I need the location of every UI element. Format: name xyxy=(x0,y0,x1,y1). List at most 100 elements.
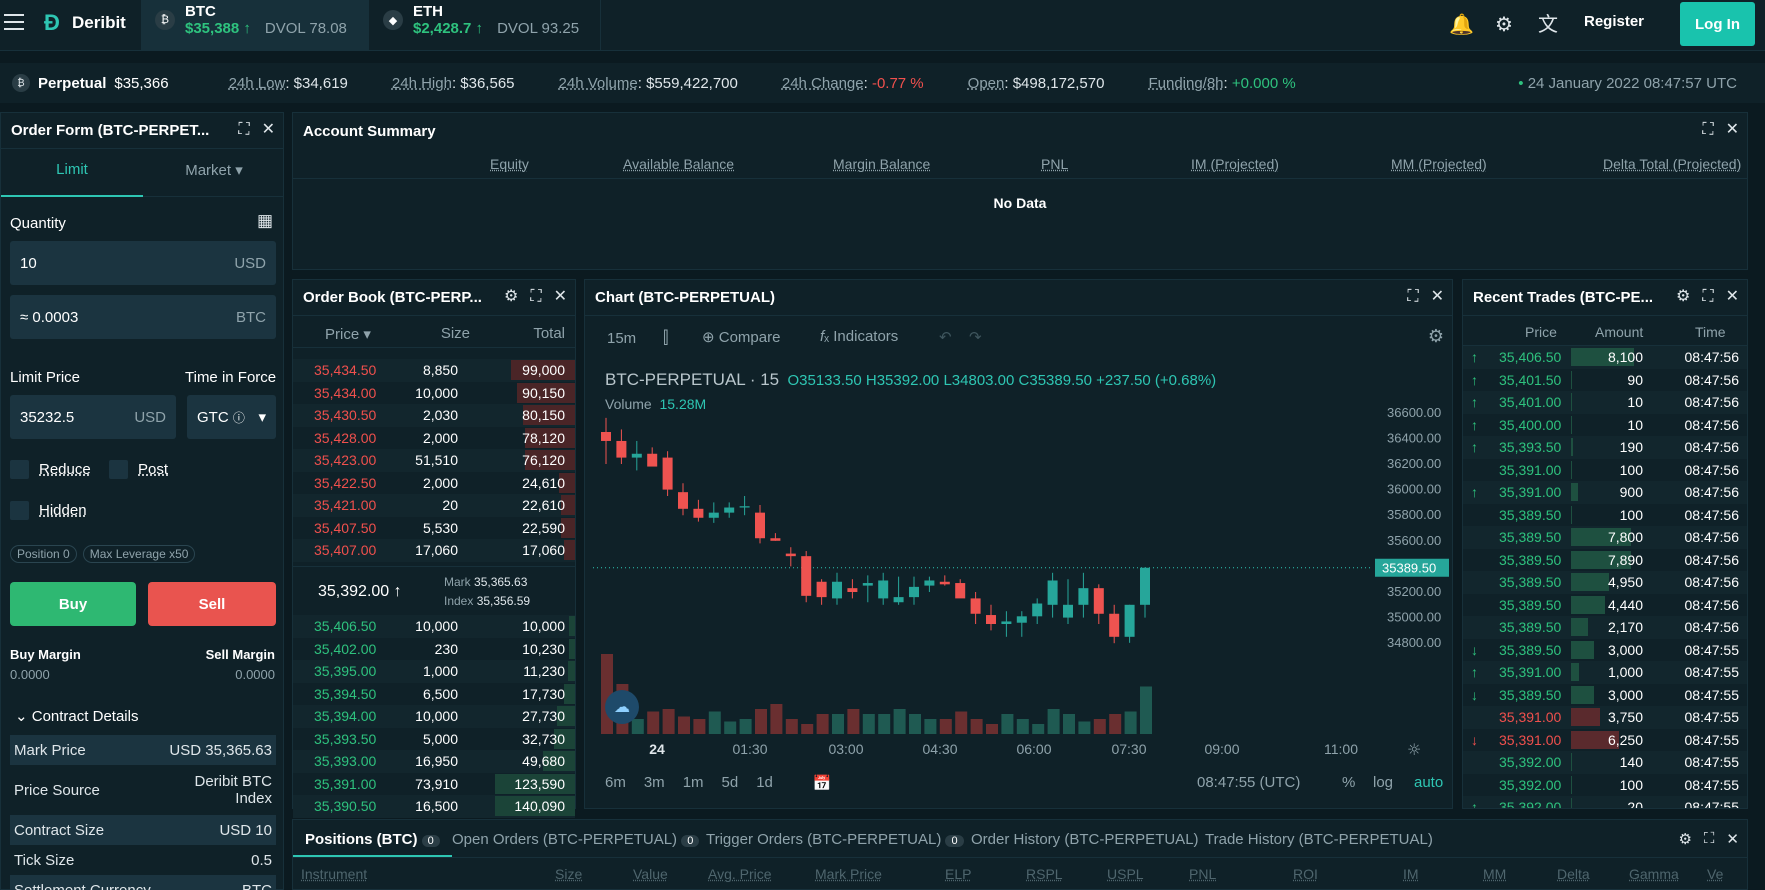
quantity-input[interactable]: 10 USD xyxy=(10,241,276,285)
column-header[interactable]: ELP xyxy=(945,866,971,882)
order-book-row[interactable]: 35,390.50 16,500 140,090 xyxy=(293,795,575,818)
tradingview-logo-icon[interactable]: ☁ xyxy=(605,690,639,724)
close-icon[interactable]: ✕ xyxy=(1726,830,1739,848)
indicators-button[interactable]: fₓ Indicators xyxy=(820,328,898,345)
menu-icon[interactable] xyxy=(4,14,24,30)
language-icon[interactable]: 文 xyxy=(1536,13,1560,37)
close-icon[interactable]: ✕ xyxy=(1726,288,1739,306)
range-button[interactable]: 3m xyxy=(644,774,665,792)
gear-icon[interactable]: ⚙ xyxy=(1678,830,1691,848)
undo-icon[interactable]: ↶ xyxy=(939,328,952,346)
column-header[interactable]: Delta Total (Projected) xyxy=(1603,156,1741,172)
column-header[interactable]: MM (Projected) xyxy=(1391,156,1487,172)
btc-amount-input[interactable]: ≈ 0.0003 BTC xyxy=(10,295,276,339)
column-header[interactable]: Instrument xyxy=(301,866,367,882)
expand-icon[interactable]: ⛶ xyxy=(530,288,541,306)
percent-toggle[interactable]: % xyxy=(1342,774,1355,791)
compare-button[interactable]: ⊕ Compare xyxy=(702,328,780,346)
tab-trade-history[interactable]: Trade History (BTC-PERPETUAL) xyxy=(1205,831,1433,848)
order-book-row[interactable]: 35,393.00 16,950 49,680 xyxy=(293,750,575,773)
column-header[interactable]: Available Balance xyxy=(623,156,734,172)
range-button[interactable]: 1d xyxy=(756,774,773,792)
login-button[interactable]: Log In xyxy=(1680,2,1755,46)
candle-type-icon[interactable]: ⫿ xyxy=(663,328,668,348)
order-book-row[interactable]: 35,422.50 2,000 24,610 xyxy=(293,472,575,495)
order-book-row[interactable]: 35,394.00 10,000 27,730 xyxy=(293,705,575,728)
tab-limit[interactable]: Limit xyxy=(1,161,143,178)
tab-open-orders[interactable]: Open Orders (BTC-PERPETUAL) 0 xyxy=(452,831,699,848)
column-header[interactable]: Margin Balance xyxy=(833,156,930,172)
column-header[interactable]: Gamma xyxy=(1629,866,1679,882)
order-book-row[interactable]: 35,421.00 20 22,610 xyxy=(293,494,575,517)
interval-button[interactable]: 15m xyxy=(607,330,636,347)
order-book-row[interactable]: 35,402.00 230 10,230 xyxy=(293,638,575,661)
column-header[interactable]: PNL xyxy=(1041,156,1068,172)
bell-icon[interactable]: 🔔 xyxy=(1449,13,1473,37)
column-header[interactable]: ROI xyxy=(1293,866,1318,882)
column-header[interactable]: Equity xyxy=(490,156,529,172)
time-settings-icon[interactable]: ☼ xyxy=(1407,740,1421,759)
expand-icon[interactable]: ⛶ xyxy=(1702,121,1713,139)
instrument-name[interactable]: Perpetual xyxy=(38,75,106,92)
chart-settings-icon[interactable]: ⚙ xyxy=(1428,326,1444,347)
redo-icon[interactable]: ↷ xyxy=(969,328,982,346)
expand-icon[interactable]: ⛶ xyxy=(1704,830,1715,848)
tab-positions[interactable]: Positions (BTC) 0 xyxy=(305,831,440,848)
log-toggle[interactable]: log xyxy=(1373,774,1393,791)
time-in-force-select[interactable]: GTC ⓘ ▾ xyxy=(187,395,276,439)
post-checkbox[interactable]: Post xyxy=(109,460,168,479)
ticker-btc[interactable]: ₿ BTC $35,388 ↑ DVOL 78.08 xyxy=(141,0,369,51)
column-header[interactable]: Delta xyxy=(1557,866,1590,882)
column-header[interactable]: Avg. Price xyxy=(708,866,772,882)
gear-icon[interactable]: ⚙ xyxy=(1492,13,1516,37)
expand-icon[interactable]: ⛶ xyxy=(238,121,249,139)
range-button[interactable]: 5d xyxy=(722,774,739,792)
order-book-row[interactable]: 35,394.50 6,500 17,730 xyxy=(293,683,575,706)
column-header[interactable]: USPL xyxy=(1107,866,1144,882)
order-book-row[interactable]: 35,407.50 5,530 22,590 xyxy=(293,517,575,540)
column-header[interactable]: Mark Price xyxy=(815,866,882,882)
column-header[interactable]: IM (Projected) xyxy=(1191,156,1279,172)
order-book-row[interactable]: 35,430.50 2,030 80,150 xyxy=(293,404,575,427)
order-book-row[interactable]: 35,393.50 5,000 32,730 xyxy=(293,728,575,751)
column-header[interactable]: Ve xyxy=(1707,866,1723,882)
order-book-row[interactable]: 35,434.00 10,000 90,150 xyxy=(293,382,575,405)
calendar-icon[interactable]: 📅 xyxy=(813,774,832,792)
hidden-checkbox[interactable]: Hidden xyxy=(10,501,87,520)
price-header[interactable]: Price ▾ xyxy=(325,325,371,343)
column-header[interactable]: IM xyxy=(1403,866,1419,882)
column-header[interactable]: RSPL xyxy=(1026,866,1063,882)
expand-icon[interactable]: ⛶ xyxy=(1407,288,1418,306)
calculator-icon[interactable]: ▦ xyxy=(257,211,273,231)
column-header[interactable]: Value xyxy=(633,866,668,882)
candlestick-chart[interactable]: 36600.00 36400.00 36200.00 36000.00 35800.00… xyxy=(585,360,1452,760)
order-book-row[interactable]: 35,407.00 17,060 17,060 xyxy=(293,539,575,562)
column-header[interactable]: MM xyxy=(1483,866,1506,882)
close-icon[interactable]: ✕ xyxy=(554,288,567,306)
logo[interactable]: Đ Deribit xyxy=(44,13,126,33)
ticker-eth[interactable]: ◆ ETH $2,428.7 ↑ DVOL 93.25 xyxy=(369,0,601,51)
buy-button[interactable]: Buy xyxy=(10,582,136,626)
column-header[interactable]: PNL xyxy=(1189,866,1216,882)
close-icon[interactable]: ✕ xyxy=(262,121,275,139)
auto-toggle[interactable]: auto xyxy=(1414,774,1443,791)
order-book-row[interactable]: 35,428.00 2,000 78,120 xyxy=(293,427,575,450)
order-book-row[interactable]: 35,434.50 8,850 99,000 xyxy=(293,359,575,382)
tab-order-history[interactable]: Order History (BTC-PERPETUAL) xyxy=(971,831,1199,848)
close-icon[interactable]: ✕ xyxy=(1431,288,1444,306)
tab-trigger-orders[interactable]: Trigger Orders (BTC-PERPETUAL) 0 xyxy=(706,831,964,848)
tab-market[interactable]: Market ▾ xyxy=(143,161,285,179)
order-book-row[interactable]: 35,406.50 10,000 10,000 xyxy=(293,615,575,638)
register-button[interactable]: Register xyxy=(1584,13,1644,30)
reduce-checkbox[interactable]: Reduce xyxy=(10,460,91,479)
range-button[interactable]: 1m xyxy=(683,774,704,792)
sell-button[interactable]: Sell xyxy=(148,582,276,626)
order-book-row[interactable]: 35,423.00 51,510 76,120 xyxy=(293,449,575,472)
range-button[interactable]: 6m xyxy=(605,774,626,792)
gear-icon[interactable]: ⚙ xyxy=(504,288,518,306)
gear-icon[interactable]: ⚙ xyxy=(1676,288,1690,306)
order-book-row[interactable]: 35,395.00 1,000 11,230 xyxy=(293,660,575,683)
column-header[interactable]: Size xyxy=(555,866,582,882)
expand-icon[interactable]: ⛶ xyxy=(1702,288,1713,306)
contract-details-toggle[interactable]: ⌄ Contract Details xyxy=(15,707,138,725)
